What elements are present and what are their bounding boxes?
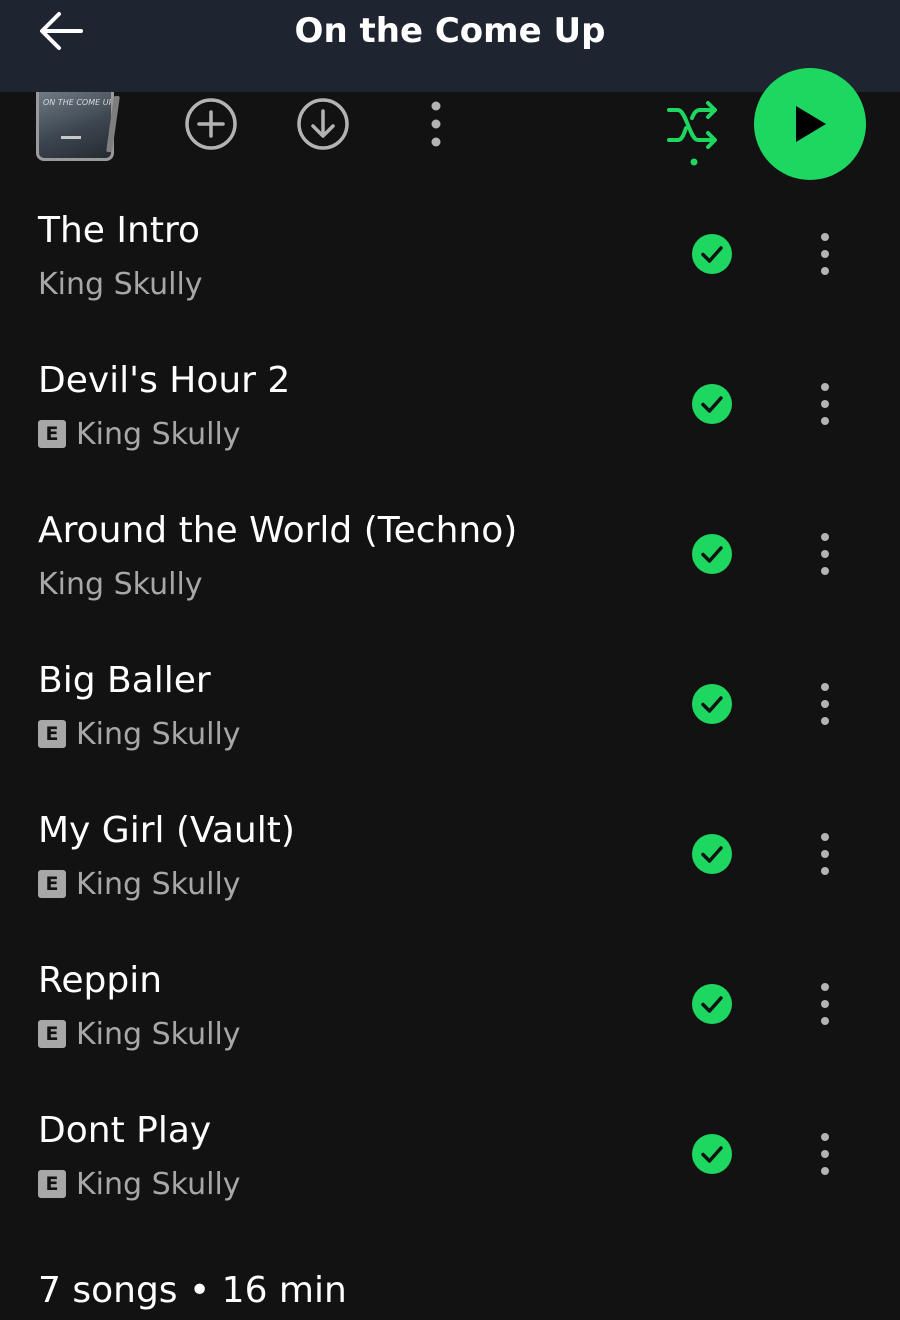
track-title: Devil's Hour 2 [38, 360, 291, 401]
play-icon [796, 106, 826, 142]
downloaded-check-icon [692, 984, 732, 1024]
downloaded-check-icon [692, 234, 732, 274]
explicit-badge: E [38, 720, 66, 748]
track-row[interactable]: The Intro King Skully [0, 180, 900, 330]
track-meta: E King Skully [38, 1164, 241, 1204]
top-bar: On the Come Up [0, 0, 900, 92]
vertical-dots-icon [821, 1133, 829, 1175]
vertical-dots-icon [821, 983, 829, 1025]
track-title: Reppin [38, 960, 163, 1001]
track-meta: E King Skully [38, 414, 241, 454]
downloaded-check-icon [692, 834, 732, 874]
album-cover[interactable]: ON THE COME UP [36, 92, 114, 161]
track-more-button[interactable] [800, 1124, 850, 1184]
track-title: Dont Play [38, 1110, 212, 1151]
vertical-dots-icon [431, 101, 441, 147]
play-button[interactable] [754, 68, 866, 180]
explicit-badge: E [38, 420, 66, 448]
shuffle-button[interactable] [664, 96, 724, 168]
vertical-dots-icon [821, 683, 829, 725]
track-title: Big Baller [38, 660, 211, 701]
track-title: The Intro [38, 210, 200, 251]
track-list: The Intro King Skully Devil's Hour 2 E K… [0, 180, 900, 1230]
download-button[interactable] [295, 96, 351, 152]
vertical-dots-icon [821, 233, 829, 275]
track-row[interactable]: Devil's Hour 2 E King Skully [0, 330, 900, 480]
page-title: On the Come Up [294, 11, 606, 51]
add-to-library-button[interactable] [183, 96, 239, 152]
vertical-dots-icon [821, 833, 829, 875]
track-meta: E King Skully [38, 714, 241, 754]
track-row[interactable]: Reppin E King Skully [0, 930, 900, 1080]
album-cover-text: ON THE COME UP [43, 98, 114, 107]
track-artist[interactable]: King Skully [38, 567, 203, 602]
track-more-button[interactable] [800, 974, 850, 1034]
track-more-button[interactable] [800, 374, 850, 434]
track-artist[interactable]: King Skully [76, 867, 241, 902]
download-circle-icon [297, 98, 349, 150]
playlist-toolbar: ON THE COME UP [0, 68, 900, 192]
vertical-dots-icon [821, 533, 829, 575]
explicit-badge: E [38, 870, 66, 898]
vertical-dots-icon [821, 383, 829, 425]
track-artist[interactable]: King Skully [76, 717, 241, 752]
track-meta: E King Skully [38, 864, 241, 904]
track-more-button[interactable] [800, 524, 850, 584]
track-more-button[interactable] [800, 674, 850, 734]
more-options-button[interactable] [408, 96, 464, 152]
track-more-button[interactable] [800, 224, 850, 284]
downloaded-check-icon [692, 384, 732, 424]
track-meta: E King Skully [38, 1014, 241, 1054]
downloaded-check-icon [692, 1134, 732, 1174]
track-more-button[interactable] [800, 824, 850, 884]
track-title: Around the World (Techno) [38, 510, 518, 551]
track-meta: King Skully [38, 564, 203, 604]
track-row[interactable]: Big Baller E King Skully [0, 630, 900, 780]
track-row[interactable]: Dont Play E King Skully [0, 1080, 900, 1230]
shuffle-icon [667, 101, 717, 166]
track-artist[interactable]: King Skully [76, 1017, 241, 1052]
track-artist[interactable]: King Skully [76, 1167, 241, 1202]
track-row[interactable]: My Girl (Vault) E King Skully [0, 780, 900, 930]
track-row[interactable]: Around the World (Techno) King Skully [0, 480, 900, 630]
explicit-badge: E [38, 1170, 66, 1198]
track-title: My Girl (Vault) [38, 810, 295, 851]
track-artist[interactable]: King Skully [76, 417, 241, 452]
explicit-badge: E [38, 1020, 66, 1048]
downloaded-check-icon [692, 534, 732, 574]
playlist-summary: 7 songs • 16 min [38, 1270, 347, 1311]
album-cover-detail [61, 136, 81, 139]
track-artist[interactable]: King Skully [38, 267, 203, 302]
track-meta: King Skully [38, 264, 203, 304]
downloaded-check-icon [692, 684, 732, 724]
plus-circle-icon [185, 98, 237, 150]
